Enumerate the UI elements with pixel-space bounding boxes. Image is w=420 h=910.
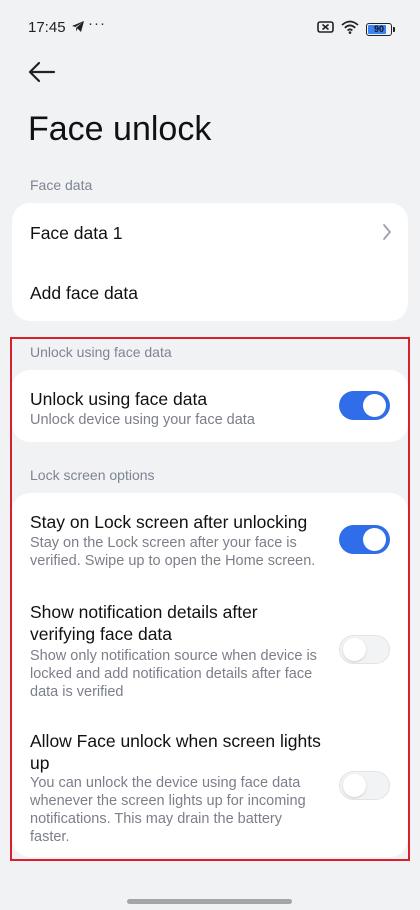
add-face-data-item[interactable]: Add face data (12, 262, 408, 321)
status-bar: 17:45 ··· 90 (0, 0, 420, 56)
allow-face-unlock-screen-lights-title: Allow Face unlock when screen lights up (30, 730, 321, 774)
face-data-1-label: Face data 1 (30, 223, 123, 243)
show-notification-details-title: Show notification details after verifyin… (30, 601, 258, 645)
more-notifications-icon: ··· (88, 15, 106, 32)
unlock-card: Unlock using face data Unlock device usi… (12, 370, 408, 442)
stay-on-lock-screen-subtitle: Stay on the Lock screen after your face … (30, 534, 320, 570)
no-sim-icon (317, 20, 334, 39)
arrow-left-icon (26, 61, 60, 92)
page-title: Face unlock (28, 110, 212, 148)
stay-on-lock-screen-title: Stay on Lock screen after unlocking (30, 512, 308, 532)
show-notification-details-item[interactable]: Show notification details after verifyin… (12, 587, 408, 705)
unlock-using-face-data-item[interactable]: Unlock using face data Unlock device usi… (12, 370, 408, 442)
battery-level: 90 (373, 24, 384, 34)
face-data-card: Face data 1 Add face data (12, 203, 408, 321)
subtitle-line: data is verified (30, 684, 124, 700)
subtitle-line: You can unlock the device using face dat… (30, 775, 301, 791)
subtitle-line: Stay on the Lock screen after your face … (30, 535, 297, 551)
show-notification-details-toggle[interactable] (339, 635, 390, 664)
subtitle-line: notifications. This may drain the batter… (30, 811, 282, 827)
stay-on-lock-screen-toggle[interactable] (339, 525, 390, 554)
title-line: Show notification details after (30, 602, 258, 622)
lock-screen-card: Stay on Lock screen after unlocking Stay… (12, 493, 408, 857)
section-label-face-data: Face data (30, 177, 93, 193)
title-line: up (30, 753, 50, 773)
add-face-data-label: Add face data (30, 283, 138, 303)
title-line: Allow Face unlock when screen lights (30, 731, 321, 751)
allow-face-unlock-screen-lights-toggle[interactable] (339, 771, 390, 800)
section-label-unlock: Unlock using face data (30, 344, 172, 360)
show-notification-details-subtitle: Show only notification source when devic… (30, 647, 320, 701)
title-line: verifying face data (30, 624, 173, 644)
unlock-using-face-data-title: Unlock using face data (30, 389, 208, 409)
stay-on-lock-screen-item[interactable]: Stay on Lock screen after unlocking Stay… (12, 493, 408, 583)
subtitle-line: Show only notification source when devic… (30, 648, 317, 664)
subtitle-line: whenever the screen lights up for incomi… (30, 793, 306, 809)
status-time: 17:45 (28, 19, 66, 36)
chevron-right-icon (382, 223, 392, 246)
section-label-lock-screen: Lock screen options (30, 467, 155, 483)
subtitle-line: faster. (30, 829, 70, 845)
face-data-1-item[interactable]: Face data 1 (12, 203, 408, 262)
home-indicator[interactable] (127, 899, 292, 904)
wifi-icon (341, 20, 359, 39)
subtitle-line: verified. Swipe up to open the Home scre… (30, 553, 316, 569)
allow-face-unlock-screen-lights-subtitle: You can unlock the device using face dat… (30, 774, 320, 846)
battery-icon: 90 (366, 23, 395, 36)
subtitle-line: locked and add notification details afte… (30, 666, 313, 682)
unlock-using-face-data-subtitle: Unlock device using your face data (30, 412, 255, 428)
unlock-using-face-data-toggle[interactable] (339, 391, 390, 420)
back-button[interactable] (26, 56, 60, 88)
telegram-icon (71, 20, 85, 38)
allow-face-unlock-screen-lights-item[interactable]: Allow Face unlock when screen lights up … (12, 717, 408, 853)
